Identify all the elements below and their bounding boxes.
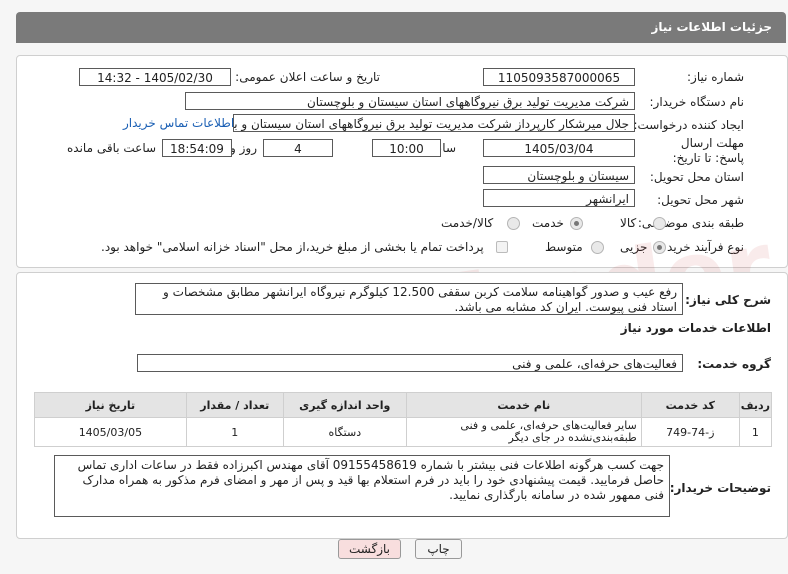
buyer-notes-textarea[interactable]: جهت کسب هرگونه اطلاعات فنی بیشتر با شمار… — [54, 455, 670, 517]
province-field: سیستان و بلوچستان — [483, 166, 635, 184]
buyer-org-field: شرکت مدیریت تولید برق نیروگاههای استان س… — [185, 92, 635, 110]
category-option-service: خدمت — [532, 216, 564, 230]
days-field: 4 — [263, 139, 333, 157]
category-option-goods: کالا — [620, 216, 637, 230]
services-section-title: اطلاعات خدمات مورد نیاز — [620, 321, 771, 335]
buyer-notes-label: توضیحات خریدار: — [669, 481, 771, 495]
buyer-contact-link[interactable]: اطلاعات تماس خریدار — [123, 116, 234, 130]
process-option-medium: متوسط — [545, 240, 583, 254]
services-table: ردیف کد خدمت نام خدمت واحد اندازه گیری ت… — [34, 392, 773, 447]
page-header: جزئیات اطلاعات نیاز — [16, 12, 786, 43]
deadline-time-field: 10:00 — [372, 139, 441, 157]
city-field: ایرانشهر — [483, 189, 635, 207]
city-label: شهر محل تحویل: — [657, 193, 744, 207]
cell-unit: دستگاه — [282, 417, 407, 447]
remaining-time-field: 18:54:09 — [162, 139, 232, 157]
category-option-both: کالا/خدمت — [441, 216, 494, 230]
deadline-label: مهلت ارسال پاسخ: تا تاریخ: — [672, 136, 744, 165]
service-group-label: گروه خدمت: — [697, 357, 771, 371]
print-button[interactable]: چاپ — [415, 539, 462, 559]
announce-field: 1405/02/30 - 14:32 — [79, 68, 231, 86]
province-label: استان محل تحویل: — [649, 170, 744, 184]
process-option-minor: جزیی — [620, 240, 648, 254]
category-radio-both[interactable] — [507, 217, 520, 230]
table-header-row: ردیف کد خدمت نام خدمت واحد اندازه گیری ت… — [34, 392, 773, 418]
process-radio-medium[interactable] — [591, 241, 604, 254]
category-radio-service[interactable] — [570, 217, 583, 230]
col-unit-header: واحد اندازه گیری — [282, 392, 407, 418]
col-row-header: ردیف — [738, 392, 773, 418]
col-qty-header: تعداد / مقدار — [185, 392, 284, 418]
description-textarea[interactable]: رفع عیب و صدور گواهینامه سلامت کربن سقفی… — [135, 283, 683, 315]
page-title: جزئیات اطلاعات نیاز — [651, 20, 772, 34]
deadline-date-field: 1405/03/04 — [483, 139, 635, 157]
col-name-header: نام خدمت — [405, 392, 642, 418]
service-group-field: فعالیت‌های حرفه‌ای، علمی و فنی — [137, 354, 683, 372]
need-number-field: 1105093587000065 — [483, 68, 635, 86]
announce-label: تاریخ و ساعت اعلان عمومی: — [235, 70, 380, 84]
col-date-header: تاریخ نیاز — [34, 392, 187, 418]
cell-row: 1 — [738, 417, 773, 447]
remaining-label: ساعت باقی مانده — [67, 141, 157, 155]
cell-code: ز-74-749 — [640, 417, 740, 447]
category-radio-goods[interactable] — [653, 217, 666, 230]
days-label: روز و — [230, 141, 257, 155]
cell-qty: 1 — [185, 417, 284, 447]
need-number-label: شماره نیاز: — [687, 70, 744, 84]
process-radio-minor[interactable] — [653, 241, 666, 254]
col-code-header: کد خدمت — [640, 392, 740, 418]
description-label: شرح کلی نیاز: — [685, 293, 771, 307]
payment-note: پرداخت تمام یا بخشی از مبلغ خرید،از محل … — [101, 240, 484, 254]
treasury-checkbox[interactable] — [496, 241, 508, 253]
back-button[interactable]: بازگشت — [338, 539, 401, 559]
cell-date: 1405/03/05 — [34, 417, 187, 447]
creator-field: جلال میرشکار کارپرداز شرکت مدیریت تولید … — [233, 114, 635, 132]
process-label: نوع فرآیند خرید : — [659, 240, 744, 254]
buyer-org-label: نام دستگاه خریدار: — [649, 95, 745, 109]
creator-label: ایجاد کننده درخواست: — [633, 118, 744, 132]
table-row: 1 ز-74-749 سایر فعالیت‌های حرفه‌ای، علمی… — [34, 417, 773, 447]
cell-service-name: سایر فعالیت‌های حرفه‌ای، علمی و فنی طبقه… — [405, 417, 642, 447]
